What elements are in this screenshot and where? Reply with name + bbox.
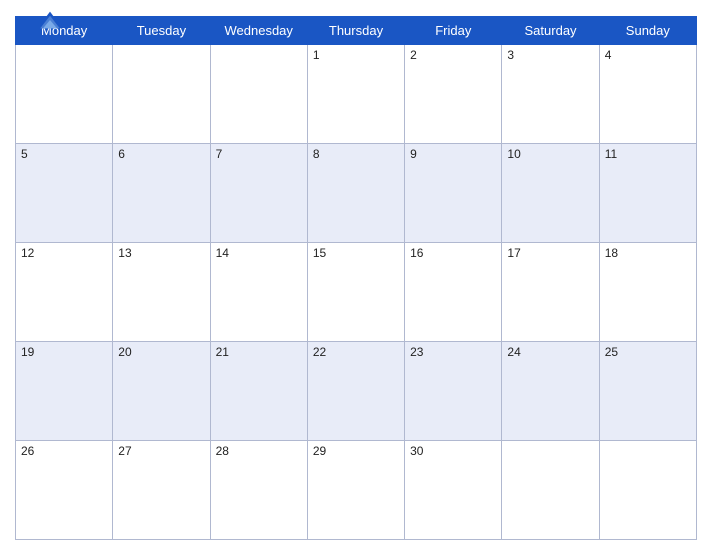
calendar-day-cell: 29 [307, 441, 404, 540]
day-number: 7 [216, 147, 223, 161]
day-number: 1 [313, 48, 320, 62]
calendar-table: MondayTuesdayWednesdayThursdayFridaySatu… [15, 16, 697, 540]
weekday-header-friday: Friday [405, 17, 502, 45]
logo-icon [36, 10, 64, 30]
calendar-day-cell: 30 [405, 441, 502, 540]
calendar-day-cell [16, 45, 113, 144]
calendar-day-cell: 25 [599, 342, 696, 441]
day-number: 27 [118, 444, 131, 458]
day-number: 29 [313, 444, 326, 458]
calendar-week-row: 1 2 3 4 [16, 45, 697, 144]
day-number: 19 [21, 345, 34, 359]
day-number: 8 [313, 147, 320, 161]
calendar-day-cell: 28 [210, 441, 307, 540]
calendar-day-cell: 16 [405, 243, 502, 342]
day-number: 3 [507, 48, 514, 62]
calendar-day-cell: 9 [405, 144, 502, 243]
day-number: 17 [507, 246, 520, 260]
calendar-day-cell: 6 [113, 144, 210, 243]
day-number: 26 [21, 444, 34, 458]
calendar-day-cell: 20 [113, 342, 210, 441]
calendar-day-cell: 1 [307, 45, 404, 144]
day-number: 20 [118, 345, 131, 359]
day-number: 15 [313, 246, 326, 260]
day-number: 21 [216, 345, 229, 359]
calendar-day-cell: 7 [210, 144, 307, 243]
day-number: 24 [507, 345, 520, 359]
day-number: 16 [410, 246, 423, 260]
day-number: 5 [21, 147, 28, 161]
calendar-day-cell: 2 [405, 45, 502, 144]
weekday-header-tuesday: Tuesday [113, 17, 210, 45]
calendar-day-cell: 10 [502, 144, 599, 243]
day-number: 10 [507, 147, 520, 161]
day-number: 25 [605, 345, 618, 359]
weekday-header-sunday: Sunday [599, 17, 696, 45]
day-number: 9 [410, 147, 417, 161]
calendar-day-cell: 21 [210, 342, 307, 441]
calendar-day-cell: 3 [502, 45, 599, 144]
calendar-week-row: 19 20 21 22 23 24 25 [16, 342, 697, 441]
calendar-day-cell: 11 [599, 144, 696, 243]
weekday-header-wednesday: Wednesday [210, 17, 307, 45]
calendar-day-cell: 4 [599, 45, 696, 144]
calendar-day-cell: 5 [16, 144, 113, 243]
calendar-week-row: 26 27 28 29 30 [16, 441, 697, 540]
weekday-header-saturday: Saturday [502, 17, 599, 45]
day-number: 30 [410, 444, 423, 458]
calendar-day-cell: 18 [599, 243, 696, 342]
day-number: 28 [216, 444, 229, 458]
day-number: 23 [410, 345, 423, 359]
calendar-day-cell [599, 441, 696, 540]
day-number: 18 [605, 246, 618, 260]
calendar-day-cell: 24 [502, 342, 599, 441]
weekday-header-thursday: Thursday [307, 17, 404, 45]
day-number: 22 [313, 345, 326, 359]
calendar-week-row: 12 13 14 15 16 17 18 [16, 243, 697, 342]
day-number: 11 [605, 147, 617, 161]
weekday-header-row: MondayTuesdayWednesdayThursdayFridaySatu… [16, 17, 697, 45]
calendar-day-cell: 14 [210, 243, 307, 342]
calendar-day-cell: 26 [16, 441, 113, 540]
calendar-day-cell: 15 [307, 243, 404, 342]
day-number: 4 [605, 48, 612, 62]
calendar-day-cell: 23 [405, 342, 502, 441]
day-number: 13 [118, 246, 131, 260]
calendar-day-cell: 19 [16, 342, 113, 441]
calendar-week-row: 5 6 7 8 9 10 11 [16, 144, 697, 243]
calendar-day-cell [113, 45, 210, 144]
calendar-day-cell: 17 [502, 243, 599, 342]
calendar-day-cell: 8 [307, 144, 404, 243]
day-number: 6 [118, 147, 125, 161]
calendar-day-cell [502, 441, 599, 540]
logo [15, 10, 85, 30]
calendar-day-cell: 27 [113, 441, 210, 540]
calendar-day-cell: 13 [113, 243, 210, 342]
calendar-day-cell: 22 [307, 342, 404, 441]
day-number: 2 [410, 48, 417, 62]
day-number: 14 [216, 246, 229, 260]
calendar-day-cell [210, 45, 307, 144]
calendar-day-cell: 12 [16, 243, 113, 342]
day-number: 12 [21, 246, 34, 260]
